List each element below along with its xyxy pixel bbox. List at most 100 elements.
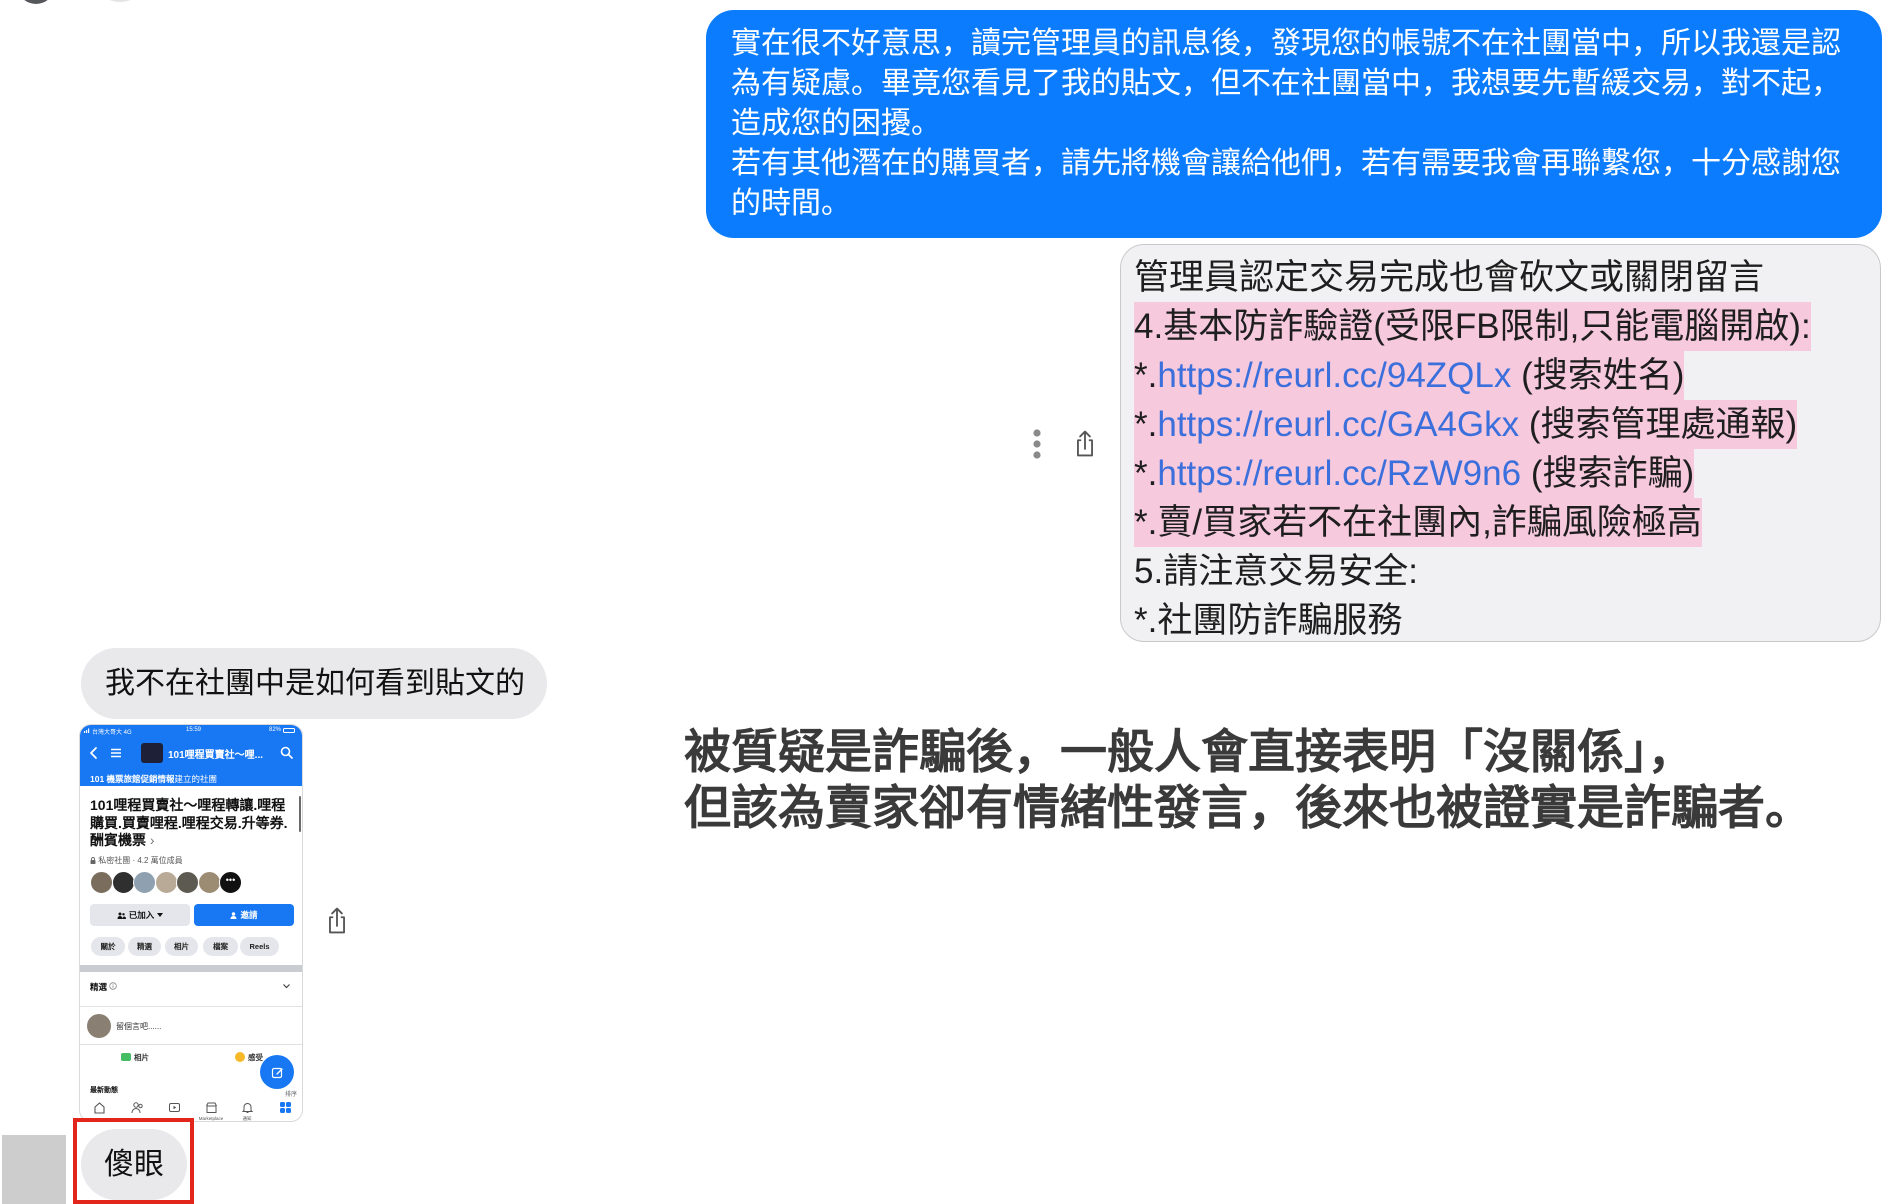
annotation-note: 被質疑是詐騙後，一般人會直接表明「沒關係」， 但該為賣家卻有情緒性發言，後來也被… <box>684 724 1812 836</box>
invite-button[interactable]: 邀請 <box>194 904 294 926</box>
member-avatar <box>154 871 178 894</box>
invite-label: 邀請 <box>240 910 258 920</box>
feeling-action[interactable]: 感受 <box>248 1052 263 1063</box>
received-message-bubble[interactable]: 我不在社團中是如何看到貼文的 <box>81 648 547 719</box>
joined-label: 已加入 <box>128 910 155 920</box>
annotation-line: 被質疑是詐騙後，一般人會直接表明「沒關係」， <box>684 725 1695 778</box>
marketplace-icon[interactable] <box>205 1101 218 1114</box>
search-icon[interactable] <box>280 746 293 759</box>
image-text: *.https://reurl.cc/RzW9n6 (搜索詐騙) <box>1134 449 1695 498</box>
sent-message-bubble[interactable]: 實在很不好意思，讀完管理員的訊息後，發現您的帳號不在社團當中，所以我還是認 為有… <box>706 10 1882 238</box>
info-icon[interactable] <box>109 982 117 990</box>
message-line: 實在很不好意思，讀完管理員的訊息後，發現您的帳號不在社團當中，所以我還是認 <box>731 27 1841 60</box>
image-text-line: *.賣/買家若不在社團內,詐騙風險極高 <box>1134 498 1880 547</box>
video-icon[interactable] <box>168 1101 181 1114</box>
group-name-text: 101哩程買賣社～哩程轉讓.哩程購買.買賣哩程.哩程交易.升等券.酬賓機票 <box>90 797 288 848</box>
group-name: 101哩程買賣社～哩程轉讓.哩程購買.買賣哩程.哩程交易.升等券.酬賓機票 › <box>90 797 296 850</box>
member-avatar <box>90 871 113 894</box>
battery-icon <box>283 728 295 733</box>
url-link: https://reurl.cc/GA4Gkx <box>1157 405 1520 444</box>
carrier-label: 台灣大哥大 4G <box>92 730 132 736</box>
message-line: 造成您的困擾。 <box>731 107 941 140</box>
group-icon <box>117 912 126 919</box>
menu-grid-icon[interactable] <box>279 1101 292 1114</box>
link-note: (搜索姓名) <box>1511 356 1685 395</box>
highlight-callout-box <box>73 1118 194 1204</box>
group-creator: 101 機票旅館促銷情報 <box>90 774 175 784</box>
bullet: *. <box>1134 454 1158 493</box>
bell-icon[interactable] <box>241 1101 254 1114</box>
caret-down-icon <box>157 913 164 917</box>
url-link: https://reurl.cc/RzW9n6 <box>1157 454 1522 493</box>
image-text: 5.請注意交易安全: <box>1134 552 1418 591</box>
image-text: 管理員認定交易完成也會砍文或關閉留言 <box>1134 258 1765 297</box>
photo-action[interactable]: 相片 <box>134 1052 149 1063</box>
bullet: *. <box>1134 356 1158 395</box>
image-text-line: *.https://reurl.cc/94ZQLx (搜索姓名) <box>1134 351 1880 400</box>
back-arrow-icon[interactable] <box>88 746 100 760</box>
privacy-text: 私密社團 · 4.2 萬位成員 <box>98 856 183 865</box>
tab-files[interactable]: 檔案 <box>203 937 238 956</box>
image-text-line: 5.請注意交易安全: <box>1134 547 1880 596</box>
chevron-down-icon[interactable] <box>282 982 291 990</box>
share-icon[interactable] <box>1072 427 1098 460</box>
message-line: 若有其他潛在的購買者，請先將機會讓給他們，若有需要我會再聯繫您，十分感謝您 <box>731 147 1841 180</box>
person-add-icon <box>230 911 237 919</box>
url-link: https://reurl.cc/94ZQLx <box>1157 356 1512 395</box>
nav-label-notifications: 通知 <box>242 1116 252 1121</box>
member-avatar <box>197 871 221 894</box>
image-text-line: 4.基本防詐驗證(受限FB限制,只能電腦開啟): <box>1134 302 1880 351</box>
image-text: 4.基本防詐驗證(受限FB限制,只能電腦開啟): <box>1134 302 1811 351</box>
contact-avatar-secondary <box>92 0 148 2</box>
section-separator <box>80 965 302 972</box>
chevron-right-icon: › <box>146 832 155 848</box>
divider <box>80 1044 302 1045</box>
image-text: *.https://reurl.cc/94ZQLx (搜索姓名) <box>1134 351 1685 400</box>
creator-suffix: 建立的社團 <box>174 774 218 784</box>
group-header: 台灣大哥大 4G 15:59 82% 101哩程買賣社～哩... 101 機票旅… <box>80 725 302 786</box>
tab-about[interactable]: 關於 <box>91 937 125 956</box>
menu-icon[interactable] <box>110 747 122 759</box>
composer-input[interactable]: 留個言吧...... <box>116 1021 161 1032</box>
divider <box>80 1006 302 1007</box>
image-text-line: *.社團防詐騙服務 <box>1134 596 1880 641</box>
status-time: 15:59 <box>186 727 202 733</box>
feeling-icon <box>235 1052 245 1062</box>
avatar <box>87 1014 111 1038</box>
image-text-line: *.https://reurl.cc/RzW9n6 (搜索詐騙) <box>1134 449 1880 498</box>
image-placeholder <box>2 1135 66 1204</box>
friends-icon[interactable] <box>131 1101 144 1114</box>
group-privacy: 私密社團 · 4.2 萬位成員 <box>90 855 183 866</box>
tab-photos[interactable]: 相片 <box>165 937 198 956</box>
more-members-icon: ••• <box>219 871 242 894</box>
joined-button[interactable]: 已加入 <box>90 904 190 926</box>
annotation-line: 但該為賣家卻有情緒性發言，後來也被證實是詐騙者。 <box>684 781 1812 834</box>
share-icon[interactable] <box>324 904 350 937</box>
message-line: 的時間。 <box>731 187 851 220</box>
tab-reels[interactable]: Reels <box>240 937 279 956</box>
edit-icon <box>271 1067 283 1078</box>
group-creator-line: 101 機票旅館促銷情報建立的社團 <box>90 773 217 785</box>
lock-icon <box>90 857 96 864</box>
received-image-attachment[interactable]: 台灣大哥大 4G 15:59 82% 101哩程買賣社～哩... 101 機票旅… <box>79 724 303 1122</box>
more-options-icon[interactable] <box>1032 428 1042 460</box>
messenger-conversation: 實在很不好意思，讀完管理員的訊息後，發現您的帳號不在社團當中，所以我還是認 為有… <box>0 0 1888 1204</box>
image-text: *.https://reurl.cc/GA4Gkx (搜索管理處通報) <box>1134 400 1798 449</box>
home-icon[interactable] <box>93 1101 106 1114</box>
image-text: *.賣/買家若不在社團內,詐騙風險極高 <box>1134 498 1702 547</box>
image-text: *.社團防詐騙服務 <box>1134 601 1403 640</box>
tab-featured[interactable]: 精選 <box>128 937 161 956</box>
link-note: (搜索管理處通報) <box>1519 405 1798 444</box>
group-header-title: 101哩程買賣社～哩... <box>168 750 264 761</box>
member-avatar <box>133 871 156 894</box>
member-avatar <box>111 871 135 894</box>
compose-button[interactable] <box>260 1055 294 1089</box>
link-note: (搜索詐騙) <box>1521 454 1695 493</box>
member-avatar <box>176 871 199 894</box>
battery-label: 82% <box>269 727 282 733</box>
contact-avatar[interactable] <box>17 0 55 4</box>
sent-image-attachment[interactable]: 管理員認定交易完成也會砍文或關閉留言 4.基本防詐驗證(受限FB限制,只能電腦開… <box>1120 244 1881 642</box>
sort-label[interactable]: 排序 <box>285 1089 297 1098</box>
nav-label-marketplace: Marketplace <box>198 1116 224 1121</box>
group-logo <box>141 743 163 763</box>
